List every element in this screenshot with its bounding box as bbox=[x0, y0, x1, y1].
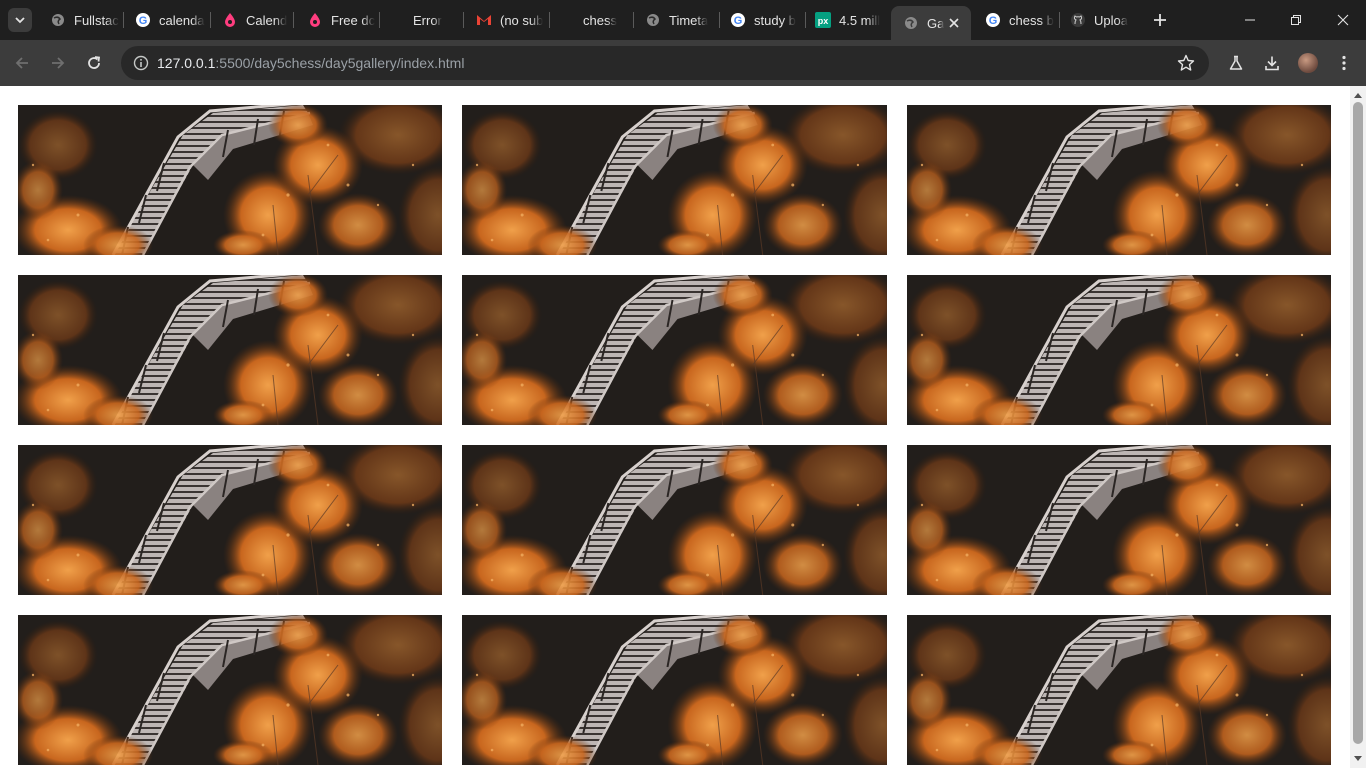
scroll-down-button[interactable] bbox=[1350, 752, 1366, 766]
tab-active[interactable]: Ga bbox=[891, 6, 971, 40]
new-tab-button[interactable] bbox=[1150, 10, 1170, 30]
gallery-image bbox=[18, 615, 442, 765]
globe-icon bbox=[903, 15, 919, 31]
tab-title: Timeta bbox=[669, 12, 709, 28]
google-icon: G bbox=[985, 12, 1001, 28]
tab-strip: Fullstac G calenda Calend Free dc Error … bbox=[0, 0, 1366, 40]
url-path: :5500/day5chess/day5gallery/index.html bbox=[215, 55, 465, 71]
tab-title: Uploa bbox=[1094, 12, 1128, 28]
gallery-image bbox=[907, 105, 1331, 255]
globe-icon bbox=[50, 12, 66, 28]
tab[interactable]: (no sub bbox=[464, 0, 548, 40]
tab[interactable]: Free dc bbox=[295, 0, 375, 40]
gmail-icon bbox=[476, 12, 492, 28]
tab[interactable]: Timeta bbox=[633, 0, 719, 40]
tab[interactable]: G study b bbox=[718, 0, 804, 40]
drop-icon bbox=[222, 12, 238, 28]
svg-text:px: px bbox=[818, 16, 829, 26]
flask-icon bbox=[1229, 55, 1243, 70]
scroll-up-button[interactable] bbox=[1350, 88, 1366, 102]
info-icon[interactable] bbox=[133, 55, 149, 71]
gallery-image bbox=[907, 445, 1331, 595]
tab-title: chess bbox=[583, 12, 617, 28]
minimize-button[interactable] bbox=[1227, 0, 1273, 40]
star-icon[interactable] bbox=[1177, 54, 1195, 72]
tab[interactable]: Uploa bbox=[1058, 0, 1142, 40]
tab-title: Ga bbox=[927, 15, 945, 31]
tab[interactable]: G calenda bbox=[123, 0, 207, 40]
arrow-right-icon bbox=[52, 57, 65, 69]
close-icon bbox=[1337, 14, 1349, 26]
minimize-icon bbox=[1245, 19, 1255, 21]
download-icon bbox=[1265, 56, 1279, 71]
tab-search-button[interactable] bbox=[8, 8, 32, 32]
tab-title: study b bbox=[754, 12, 796, 28]
downloads-button[interactable] bbox=[1261, 52, 1283, 74]
gallery-image bbox=[907, 615, 1331, 765]
tab-title: calenda bbox=[159, 12, 205, 28]
tab-title: Fullstac bbox=[74, 12, 119, 28]
google-icon: G bbox=[135, 12, 151, 28]
tab[interactable]: px 4.5 mill bbox=[803, 0, 889, 40]
tab[interactable]: Error bbox=[401, 0, 465, 40]
forward-button[interactable] bbox=[46, 51, 70, 75]
gallery-image bbox=[907, 275, 1331, 425]
restore-button[interactable] bbox=[1273, 0, 1319, 40]
url-text[interactable]: 127.0.0.1:5500/day5chess/day5gallery/ind… bbox=[157, 55, 464, 71]
svg-text:G: G bbox=[734, 15, 743, 27]
tab-title: (no sub bbox=[500, 12, 544, 28]
gallery-image bbox=[462, 615, 887, 765]
gallery-image bbox=[462, 275, 887, 425]
reload-button[interactable] bbox=[82, 51, 106, 75]
restore-icon bbox=[1291, 15, 1301, 25]
tab[interactable]: Fullstac bbox=[38, 0, 120, 40]
plus-icon bbox=[1154, 14, 1166, 26]
profile-avatar[interactable] bbox=[1298, 53, 1318, 73]
gallery-image bbox=[462, 105, 887, 255]
labs-button[interactable] bbox=[1225, 52, 1247, 74]
github-icon bbox=[1070, 12, 1086, 28]
drop-icon bbox=[307, 12, 323, 28]
gallery-image bbox=[18, 445, 442, 595]
triangle-down-icon bbox=[1354, 756, 1362, 761]
arrow-left-icon bbox=[15, 57, 28, 69]
close-window-button[interactable] bbox=[1320, 0, 1366, 40]
chevron-down-icon bbox=[15, 17, 25, 24]
back-button[interactable] bbox=[10, 51, 34, 75]
page-viewport bbox=[0, 86, 1350, 768]
vertical-scrollbar[interactable] bbox=[1350, 86, 1366, 768]
globe-icon bbox=[645, 12, 661, 28]
gallery-grid bbox=[18, 105, 1332, 765]
kebab-menu-icon bbox=[1342, 55, 1346, 71]
tab[interactable]: Calend bbox=[210, 0, 290, 40]
tab[interactable]: G chess b bbox=[973, 0, 1059, 40]
tab-title: Error bbox=[413, 12, 442, 28]
close-tab-icon[interactable] bbox=[945, 14, 963, 32]
triangle-up-icon bbox=[1354, 93, 1362, 98]
gallery-image bbox=[462, 445, 887, 595]
tab-title: Calend bbox=[246, 12, 288, 28]
gallery-image bbox=[18, 105, 442, 255]
svg-text:G: G bbox=[139, 15, 148, 27]
address-bar[interactable]: 127.0.0.1:5500/day5chess/day5gallery/ind… bbox=[121, 46, 1209, 80]
px-icon: px bbox=[815, 12, 831, 28]
menu-button[interactable] bbox=[1333, 52, 1355, 74]
scrollbar-thumb[interactable] bbox=[1353, 102, 1363, 744]
tab-title: 4.5 mill bbox=[839, 12, 881, 28]
svg-text:G: G bbox=[989, 15, 998, 27]
tab-title: chess b bbox=[1009, 12, 1054, 28]
gallery-image bbox=[18, 275, 442, 425]
browser-toolbar: 127.0.0.1:5500/day5chess/day5gallery/ind… bbox=[0, 40, 1366, 86]
tab-title: Free dc bbox=[331, 12, 375, 28]
google-icon: G bbox=[730, 12, 746, 28]
tab[interactable]: chess bbox=[571, 0, 635, 40]
url-host: 127.0.0.1 bbox=[157, 55, 216, 71]
reload-icon bbox=[88, 56, 101, 69]
